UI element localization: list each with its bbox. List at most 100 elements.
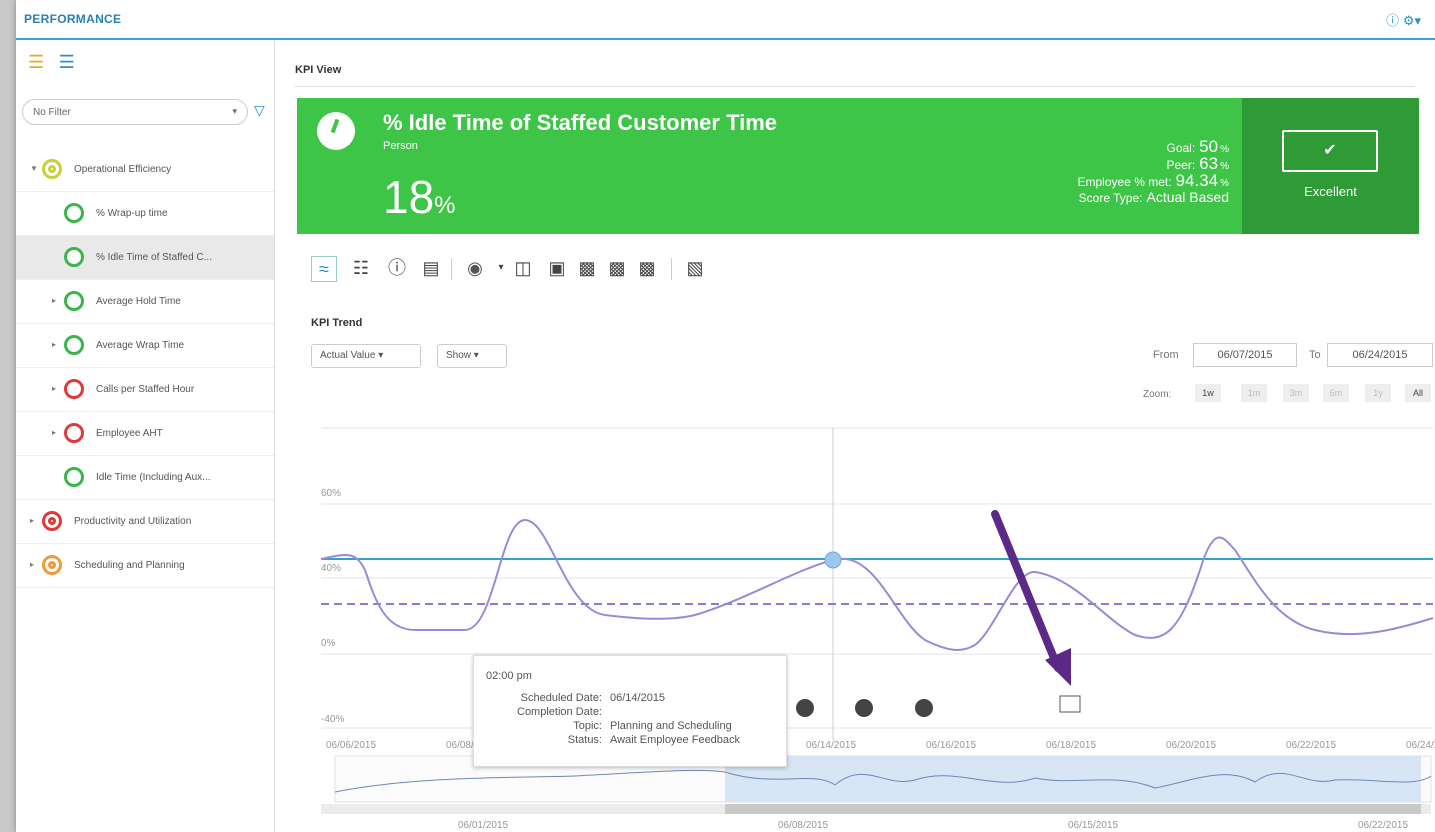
expand-arrow-icon[interactable]: ▸: [52, 384, 56, 393]
presentation-icon[interactable]: ◫: [511, 256, 535, 280]
x-tick-label: 06/24/2015: [1406, 740, 1435, 751]
help-icon[interactable]: ⓘ: [1386, 13, 1399, 28]
coaching-event-icon[interactable]: [915, 699, 933, 717]
zoom-1y-button[interactable]: 1y: [1365, 384, 1391, 402]
tree-view-icon[interactable]: ☰: [28, 52, 44, 73]
x-tick-label: 06/06/2015: [326, 740, 376, 751]
tooltip-value: Await Employee Feedback: [610, 734, 741, 746]
kpi-value: 18%: [383, 174, 456, 229]
green-gauge-icon: [64, 203, 84, 223]
list-view-icon[interactable]: ☰: [59, 52, 75, 73]
tree-item-calls-per-staffed-hour[interactable]: ▸ Calls per Staffed Hour: [16, 368, 274, 412]
chevron-down-icon: ▾: [378, 350, 384, 361]
navigator-tick-label: 06/22/2015: [1358, 820, 1408, 831]
messages-icon[interactable]: ▩: [605, 256, 629, 280]
chart-icon[interactable]: ≈: [311, 256, 337, 282]
coaching-event-icon[interactable]: [796, 699, 814, 717]
stat-unit: %: [1220, 144, 1229, 155]
event-tooltip: 02:00 pm Scheduled Date: 06/14/2015 Compl…: [473, 655, 787, 767]
stat-employee-met: Employee % met: 94.34%: [1078, 172, 1230, 189]
expand-arrow-icon[interactable]: ▸: [30, 560, 34, 569]
kpi-value-number: 18: [383, 171, 435, 223]
tree-item-operational-efficiency[interactable]: ▼ Operational Efficiency: [16, 148, 274, 192]
zoom-6m-button[interactable]: 6m: [1323, 384, 1349, 402]
tree-item-idle-time-including-aux[interactable]: Idle Time (Including Aux...: [16, 456, 274, 500]
gear-icon[interactable]: ⚙▾: [1403, 13, 1421, 28]
stat-score-type: Score Type: Actual Based: [1078, 189, 1229, 206]
rating-label: Excellent: [1304, 184, 1357, 199]
x-tick-label: 06/16/2015: [926, 740, 976, 751]
chat-icon[interactable]: ▩: [635, 256, 659, 280]
tree-item-employee-aht[interactable]: ▸ Employee AHT: [16, 412, 274, 456]
show-dropdown[interactable]: Show ▾: [437, 344, 507, 368]
scrollbar-thumb[interactable]: [725, 804, 1421, 814]
tooltip-value: 06/14/2015: [610, 692, 666, 704]
monitor-icon[interactable]: ▣: [545, 256, 569, 280]
kpi-subtitle: Person: [383, 140, 418, 152]
expand-arrow-icon[interactable]: ▸: [52, 428, 56, 437]
tree-item-idle-time-staffed[interactable]: % Idle Time of Staffed C...: [16, 236, 274, 280]
navigator-labels: 06/01/2015 06/08/2015 06/15/2015 06/22/2015: [458, 820, 1408, 831]
tree-item-average-hold-time[interactable]: ▸ Average Hold Time: [16, 280, 274, 324]
chevron-down-icon[interactable]: ▾: [489, 256, 513, 280]
to-date-input[interactable]: 06/24/2015: [1327, 343, 1433, 367]
kpi-tree: ▼ Operational Efficiency % Wrap-up time …: [16, 148, 274, 588]
top-bar: PERFORMANCE ⓘ ⚙▾: [16, 0, 1435, 40]
value-dropdown[interactable]: Actual Value ▾: [311, 344, 421, 368]
kpi-stats: Goal: 50% Peer: 63% Employee % met: 94.34% …: [1078, 138, 1230, 206]
chevron-down-icon: ▾: [232, 106, 237, 116]
tree-item-label: Average Hold Time: [96, 296, 181, 307]
tree-item-average-wrap-time[interactable]: ▸ Average Wrap Time: [16, 324, 274, 368]
x-tick-label: 06/22/2015: [1286, 740, 1336, 751]
to-label: To: [1309, 349, 1321, 361]
kpi-value-unit: %: [434, 192, 456, 219]
y-tick-label: 0%: [321, 638, 336, 649]
monitor-event-icon[interactable]: [1059, 695, 1081, 713]
funnel-icon[interactable]: ▽: [254, 102, 265, 119]
check-icon[interactable]: ✔: [1282, 130, 1378, 172]
tree-item-label: Average Wrap Time: [96, 340, 185, 351]
toolbar-divider: [671, 258, 672, 280]
filter-select[interactable]: No Filter ▾: [22, 99, 248, 125]
expand-arrow-icon[interactable]: ▸: [52, 340, 56, 349]
tooltip-time: 02:00 pm: [486, 670, 532, 682]
report-icon[interactable]: ▤: [419, 256, 443, 280]
stat-label: Employee % met:: [1077, 175, 1172, 189]
tree-item-scheduling-planning[interactable]: ▸ Scheduling and Planning: [16, 544, 274, 588]
zoom-1m-button[interactable]: 1m: [1241, 384, 1267, 402]
tooltip-row: Status: Await Employee Feedback: [474, 734, 786, 748]
navigator-selection[interactable]: [725, 756, 1421, 802]
value-dropdown-label: Actual Value: [320, 350, 376, 361]
tree-item-wrap-up-time[interactable]: % Wrap-up time: [16, 192, 274, 236]
info-icon[interactable]: ⓘ: [385, 256, 409, 280]
tree-item-label: Productivity and Utilization: [74, 516, 192, 527]
collapse-arrow-icon[interactable]: ▼: [30, 164, 38, 173]
top-icons: ⓘ ⚙▾: [1386, 10, 1421, 29]
tree-item-label: % Wrap-up time: [96, 208, 168, 219]
people-icon[interactable]: ☷: [349, 256, 373, 280]
expand-arrow-icon[interactable]: ▸: [30, 516, 34, 525]
expand-arrow-icon[interactable]: ▸: [52, 296, 56, 305]
speedometer-icon: [317, 112, 355, 150]
navigator-tick-label: 06/08/2015: [778, 820, 828, 831]
target-gauge-icon: [42, 555, 62, 575]
zoom-all-button[interactable]: All: [1405, 384, 1431, 402]
tree-item-label: Employee AHT: [96, 428, 163, 439]
message-icon[interactable]: ▩: [575, 256, 599, 280]
clipboard-icon[interactable]: ▧: [683, 256, 707, 280]
tree-item-label: Calls per Staffed Hour: [96, 384, 195, 395]
from-date-input[interactable]: 06/07/2015: [1193, 343, 1297, 367]
hover-point[interactable]: [824, 551, 842, 569]
tree-item-label: % Idle Time of Staffed C...: [96, 252, 212, 263]
tooltip-row: Scheduled Date: 06/14/2015: [474, 692, 786, 706]
zoom-1w-button[interactable]: 1w: [1195, 384, 1221, 402]
kpi-trend-title: KPI Trend: [311, 317, 363, 329]
tooltip-value: Planning and Scheduling: [610, 720, 732, 732]
coaching-icon[interactable]: ◉: [463, 256, 487, 280]
tree-item-productivity-utilization[interactable]: ▸ Productivity and Utilization: [16, 500, 274, 544]
zoom-3m-button[interactable]: 3m: [1283, 384, 1309, 402]
kpi-title: % Idle Time of Staffed Customer Time: [383, 110, 778, 135]
stat-label: Peer:: [1166, 158, 1196, 172]
coaching-event-icon[interactable]: [855, 699, 873, 717]
navigator-tick-label: 06/15/2015: [1068, 820, 1118, 831]
